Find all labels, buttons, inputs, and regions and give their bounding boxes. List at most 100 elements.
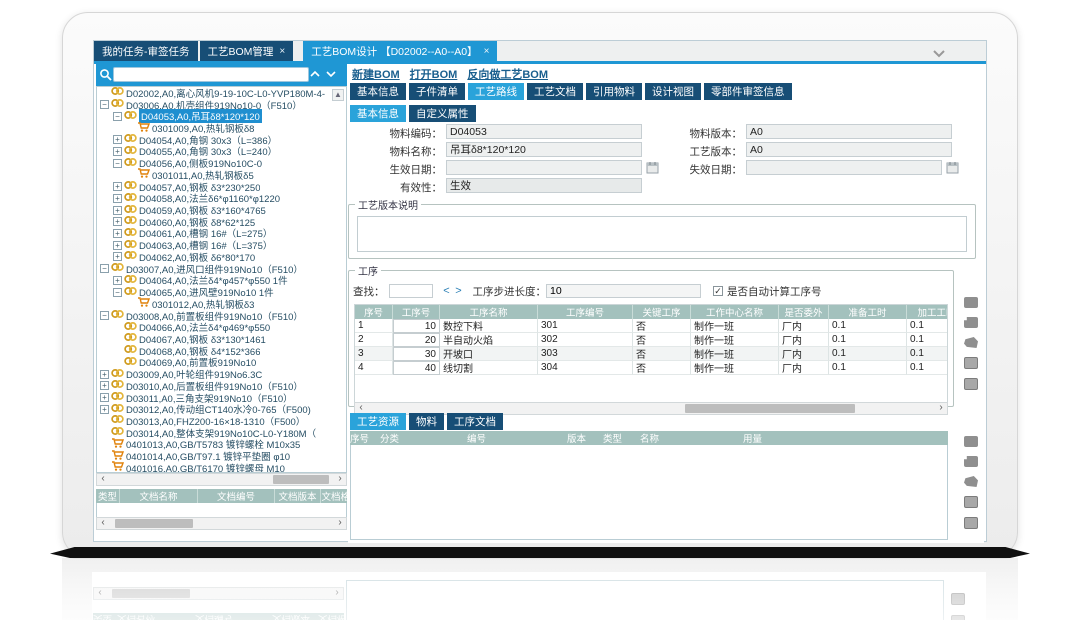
window-tab[interactable]: 工艺BOM管理× [200, 41, 294, 61]
resource-action-icon-3[interactable] [964, 476, 978, 487]
cell: 301 [538, 319, 633, 333]
close-icon[interactable]: × [484, 46, 490, 57]
scroll-left-icon[interactable]: ‹ [98, 474, 108, 485]
tab-1[interactable]: 基本信息 [350, 83, 406, 100]
expand-toggle-icon[interactable]: + [113, 252, 122, 261]
search-next-icon[interactable] [325, 69, 337, 81]
cell: 0.1 [829, 347, 907, 361]
resource-action-icon-1[interactable] [964, 436, 978, 447]
process-action-icon-2[interactable] [964, 317, 978, 328]
tree-horizontal-scrollbar[interactable]: ‹ › [96, 473, 347, 486]
cell: 厂内 [779, 361, 829, 375]
reverse-bom-link[interactable]: 反向做工艺BOM [467, 66, 548, 82]
effective-date-field[interactable] [446, 160, 642, 175]
cell: 4 [355, 361, 393, 375]
find-label: 查找： [353, 284, 385, 299]
process-version-note-input[interactable] [357, 216, 967, 252]
expand-toggle-icon[interactable]: + [113, 206, 122, 215]
expand-toggle-icon[interactable]: + [100, 370, 109, 379]
document-horizontal-scrollbar[interactable]: ‹ › [96, 517, 347, 530]
expand-toggle-icon[interactable]: + [113, 135, 122, 144]
process-action-icon-3[interactable] [964, 337, 978, 348]
column-header: 准备工时 [829, 305, 907, 319]
auto-calc-checkbox[interactable]: ✓ [713, 286, 723, 296]
scroll-left-icon[interactable]: ‹ [98, 518, 108, 529]
resource-action-icon-4[interactable] [964, 496, 978, 508]
material-code-label: 物料编码： [348, 126, 442, 141]
process-version-label: 工艺版本： [648, 144, 742, 159]
scroll-up-button[interactable]: ▲ [332, 89, 344, 101]
tree-node[interactable]: 0401016,A0,GB/T6170 镀锌螺母 M10 [97, 462, 346, 473]
find-prev-icon[interactable]: < [441, 285, 453, 297]
tab-4[interactable]: 工艺文档 [527, 83, 583, 100]
step-length-input[interactable] [546, 284, 701, 298]
cell: 40 [393, 361, 440, 375]
search-prev-icon[interactable] [309, 69, 321, 81]
bottom-tab-2[interactable]: 物料 [409, 413, 444, 430]
process-action-stack [962, 297, 980, 399]
calendar-icon[interactable] [946, 161, 959, 174]
expand-toggle-icon[interactable]: + [113, 276, 122, 285]
process-action-icon-1[interactable] [964, 297, 978, 308]
tab-bar: 我的任务-审签任务工艺BOM管理× 工艺BOM设计 【D02002--A0--A0… [94, 41, 986, 61]
expand-toggle-icon[interactable]: + [113, 147, 122, 156]
expand-toggle-icon[interactable]: + [100, 381, 109, 390]
expand-toggle-icon[interactable]: + [113, 241, 122, 250]
expand-toggle-icon[interactable]: + [100, 405, 109, 414]
material-code-field[interactable] [446, 124, 642, 139]
process-table-row[interactable]: 440线切割304否制作一班厂内0.10.1 [355, 361, 947, 375]
process-table-row[interactable]: 110数控下料301否制作一班厂内0.10.1 [355, 319, 947, 333]
expand-toggle-icon[interactable]: − [113, 159, 122, 168]
bottom-tab-3[interactable]: 工序文档 [447, 413, 503, 430]
resource-action-icon-5[interactable] [964, 517, 978, 529]
search-input[interactable] [113, 67, 309, 82]
expand-toggle-icon[interactable]: − [100, 311, 109, 320]
expand-toggle-icon[interactable]: + [113, 182, 122, 191]
expand-toggle-icon[interactable]: − [100, 264, 109, 273]
open-bom-link[interactable]: 打开BOM [410, 66, 458, 82]
expand-toggle-icon[interactable]: − [100, 100, 109, 109]
cell: 线切割 [440, 361, 538, 375]
expire-date-field[interactable] [746, 160, 942, 175]
process-table: 序号工序号工序名称工序编号关键工序工作中心名称是否委外准备工时加工工时 110数… [354, 304, 948, 414]
tab-5[interactable]: 引用物料 [586, 83, 642, 100]
new-bom-link[interactable]: 新建BOM [352, 66, 400, 82]
scroll-right-icon[interactable]: › [335, 474, 345, 485]
process-find-input[interactable] [389, 284, 433, 298]
expand-toggle-icon[interactable]: − [113, 112, 122, 121]
tab-6[interactable]: 设计视图 [645, 83, 701, 100]
bottom-tab-1[interactable]: 工艺资源 [350, 413, 406, 430]
subtab-2[interactable]: 自定义属性 [409, 105, 476, 122]
scroll-right-icon[interactable]: › [335, 518, 345, 529]
process-action-icon-5[interactable] [964, 378, 978, 390]
window-tab[interactable]: 我的任务-审签任务 [94, 41, 198, 61]
tab-label: 我的任务-审签任务 [102, 44, 190, 59]
tab-7[interactable]: 零部件审签信息 [704, 83, 792, 100]
expand-toggle-icon[interactable]: + [113, 229, 122, 238]
tab-2[interactable]: 子件清单 [409, 83, 465, 100]
bom-tree-panel: ▲ D02002,A0,离心风机9-19-10C-L0-YVP180M-4-−D… [96, 64, 347, 531]
group-title: 工艺版本说明 [355, 197, 421, 212]
expand-toggle-icon[interactable]: − [113, 288, 122, 297]
scroll-right-icon[interactable]: › [936, 403, 946, 414]
cell: 制作一班 [691, 333, 779, 347]
material-name-field[interactable] [446, 142, 642, 157]
chevron-down-icon[interactable] [932, 45, 948, 57]
find-next-icon[interactable]: > [453, 285, 465, 297]
material-version-field[interactable] [746, 124, 952, 139]
process-group: 工序 查找： < > 工序步进长度： ✓ 是否自动计算工序号 序号工序号工序名称… [348, 263, 954, 407]
resource-action-icon-2[interactable] [964, 456, 978, 467]
tab-3[interactable]: 工艺路线 [468, 83, 524, 100]
process-version-field[interactable] [746, 142, 952, 157]
expand-toggle-icon[interactable]: + [113, 194, 122, 203]
process-table-header: 序号工序号工序名称工序编号关键工序工作中心名称是否委外准备工时加工工时 [355, 305, 947, 319]
subtab-1[interactable]: 基本信息 [350, 105, 406, 122]
window-tab[interactable]: 工艺BOM设计 【D02002--A0--A0】× [303, 41, 497, 61]
process-action-icon-4[interactable] [964, 357, 978, 369]
process-table-row[interactable]: 220半自动火焰302否制作一班厂内0.10.1 [355, 333, 947, 347]
process-table-row[interactable]: 330开坡口303否制作一班厂内0.10.1 [355, 347, 947, 361]
expand-toggle-icon[interactable]: + [113, 217, 122, 226]
bom-action-links: 新建BOM 打开BOM 反向做工艺BOM [352, 66, 548, 82]
close-icon[interactable]: × [279, 46, 285, 57]
expand-toggle-icon[interactable]: + [100, 393, 109, 402]
